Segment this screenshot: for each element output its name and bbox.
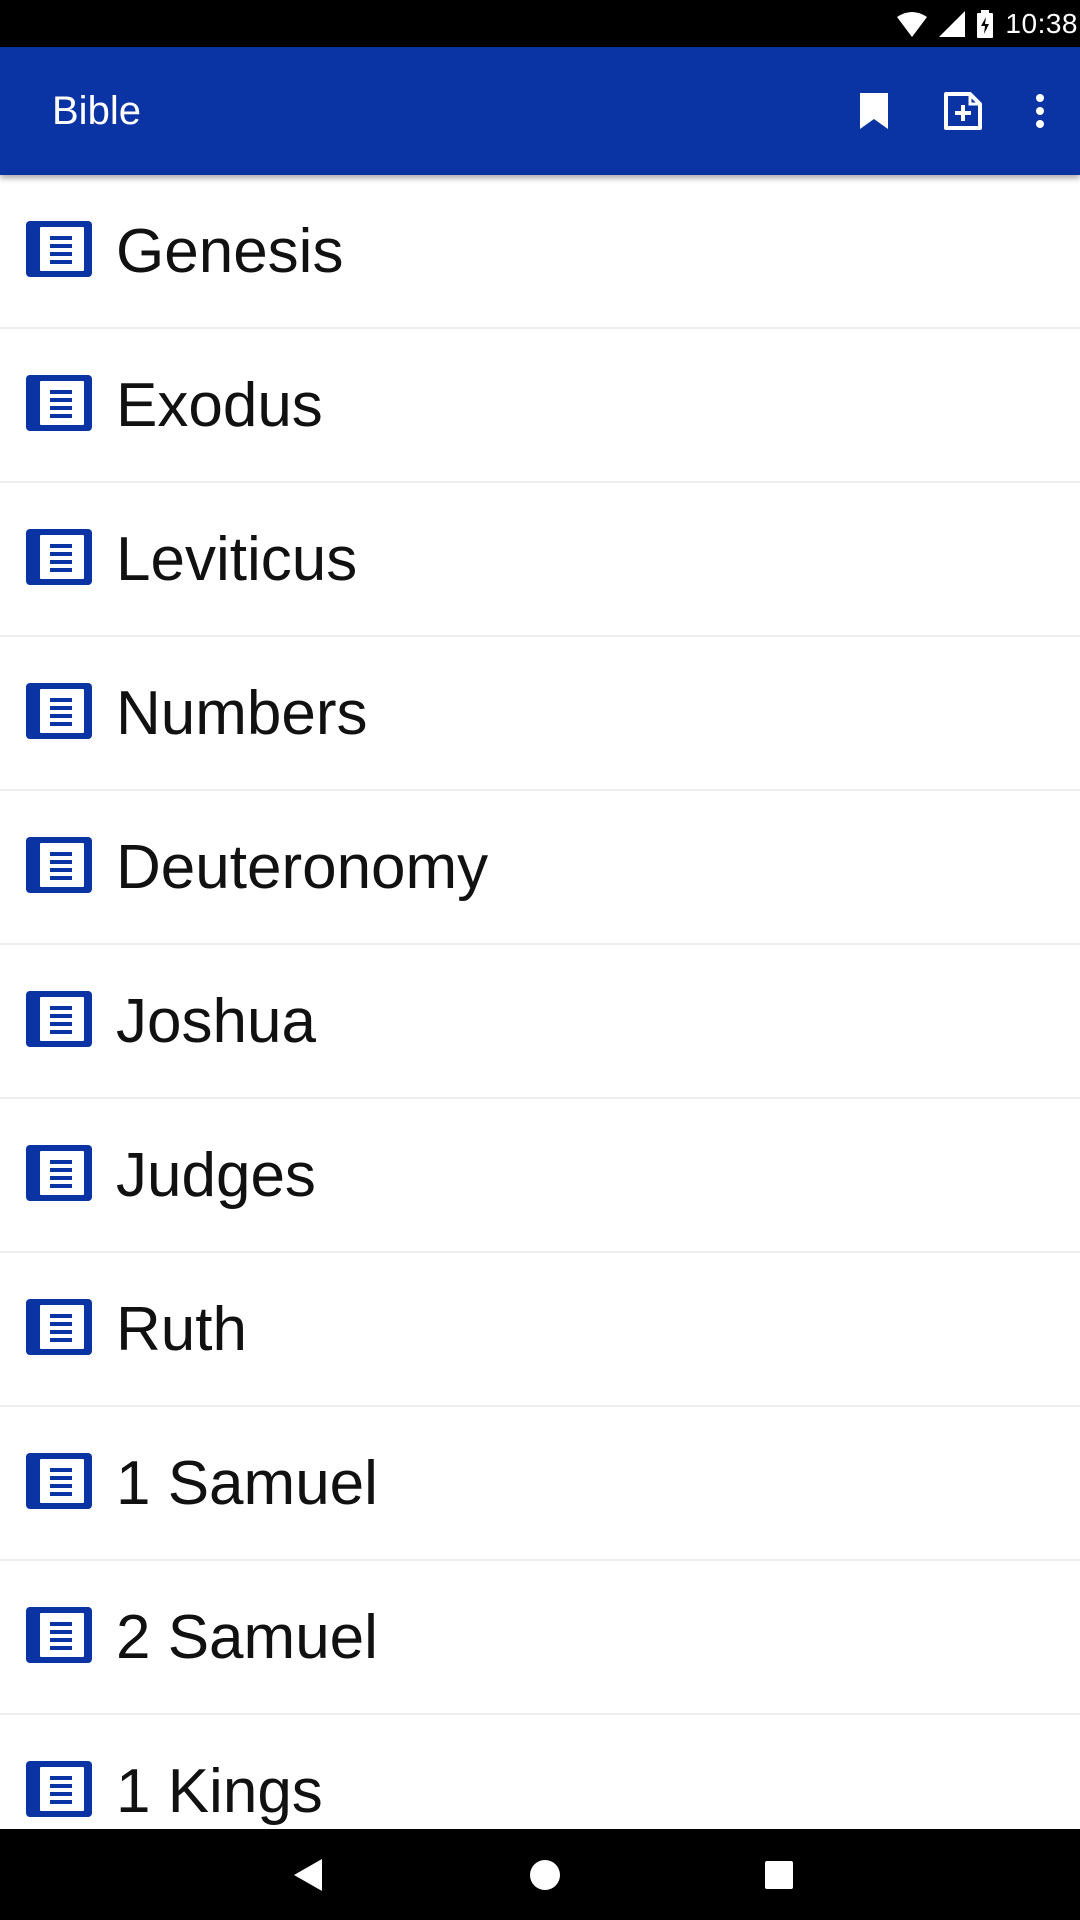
book-title: 1 Kings (116, 1757, 323, 1826)
more-options-icon (1036, 94, 1044, 128)
book-list[interactable]: Genesis Exodus Leviticus Numbers Deuteronomy… (0, 175, 1080, 1829)
add-note-button[interactable] (923, 47, 1003, 175)
book-icon (26, 1453, 92, 1509)
book-title: Judges (116, 1141, 316, 1210)
book-icon (26, 1145, 92, 1201)
book-list-item[interactable]: Leviticus (0, 483, 1080, 637)
home-button[interactable] (495, 1829, 595, 1920)
cell-signal-icon (939, 10, 966, 37)
more-options-button[interactable] (1000, 47, 1080, 175)
navigation-bar (0, 1829, 1080, 1920)
book-list-item[interactable]: Judges (0, 1099, 1080, 1253)
status-bar: 10:38 (0, 0, 1080, 47)
book-icon (26, 683, 92, 739)
back-button[interactable] (259, 1829, 359, 1920)
book-list-item[interactable]: 1 Kings (0, 1715, 1080, 1829)
bookmark-button[interactable] (834, 47, 914, 175)
book-title: 1 Samuel (116, 1449, 378, 1518)
bookmark-icon (860, 93, 888, 129)
book-list-item[interactable]: Ruth (0, 1253, 1080, 1407)
battery-icon (977, 9, 994, 38)
book-icon (26, 1299, 92, 1355)
book-icon (26, 221, 92, 277)
book-list-item[interactable]: Exodus (0, 329, 1080, 483)
app-title: Bible (52, 89, 141, 133)
book-list-item[interactable]: Joshua (0, 945, 1080, 1099)
status-time: 10:38 (1005, 7, 1078, 39)
recents-button[interactable] (729, 1829, 829, 1920)
wifi-icon (897, 11, 928, 37)
book-list-item[interactable]: Numbers (0, 637, 1080, 791)
book-icon (26, 1607, 92, 1663)
book-list-item[interactable]: 1 Samuel (0, 1407, 1080, 1561)
book-list-item[interactable]: Genesis (0, 175, 1080, 329)
book-title: Numbers (116, 679, 368, 748)
app-bar: Bible (0, 47, 1080, 175)
home-icon (530, 1859, 560, 1890)
book-list-item[interactable]: 2 Samuel (0, 1561, 1080, 1715)
book-title: Ruth (116, 1295, 247, 1364)
book-icon (26, 991, 92, 1047)
recents-icon (765, 1860, 793, 1889)
book-icon (26, 1761, 92, 1817)
back-icon (294, 1858, 322, 1891)
book-title: Genesis (116, 217, 344, 286)
book-title: Deuteronomy (116, 833, 489, 902)
book-title: Joshua (116, 987, 316, 1056)
book-icon (26, 837, 92, 893)
book-icon (26, 529, 92, 585)
book-icon (26, 375, 92, 431)
add-note-icon (944, 92, 982, 130)
book-title: Leviticus (116, 525, 358, 594)
book-list-item[interactable]: Deuteronomy (0, 791, 1080, 945)
book-title: 2 Samuel (116, 1603, 378, 1672)
book-title: Exodus (116, 371, 323, 440)
